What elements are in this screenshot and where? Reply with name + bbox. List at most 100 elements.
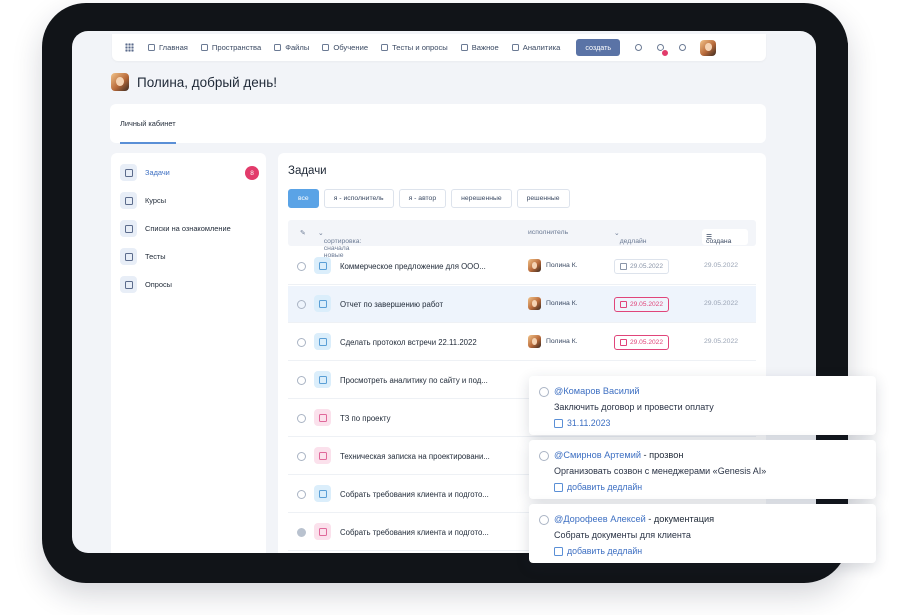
filter-resolved[interactable]: решенные [516,189,570,208]
sidebar-item-tasks[interactable]: Задачи 8 [120,164,260,181]
clipboard-icon [120,220,137,237]
task-created-date: 29.05.2022 [704,338,739,345]
task-checkbox[interactable] [297,376,306,385]
notification-badge [661,48,670,57]
cabinet-tabs: Личный кабинет [110,104,766,144]
search-button[interactable] [630,40,646,56]
nav-files[interactable]: Файлы [274,43,309,52]
book-icon [120,192,137,209]
task-checkbox[interactable] [297,262,306,271]
mention-card[interactable]: @Комаров Василий Заключить договор и пров… [529,376,876,435]
card-checkbox[interactable] [539,515,549,525]
executor-name: Полина К. [546,262,578,269]
task-checkbox[interactable] [297,452,306,461]
nav-spaces[interactable]: Пространства [200,43,262,52]
card-deadline[interactable]: добавить дедлайн [554,546,642,556]
task-executor[interactable]: Полина К. [528,259,578,272]
task-checkbox[interactable] [297,414,306,423]
mention-card[interactable]: @Дорофеев Алексей - документация Собрать … [529,504,876,563]
nav-learning[interactable]: Обучение [322,43,368,52]
page-title: Полина, добрый день! [137,74,278,90]
card-mention[interactable]: @Смирнов Артемий [554,450,641,460]
bookmark-icon [460,44,468,51]
tasks-heading: Задачи [288,165,327,177]
executor-avatar [528,335,541,348]
column-deadline-label: дедлайн [619,238,647,245]
task-created-date: 29.05.2022 [704,262,739,269]
sidebar-item-label: Задачи [145,168,170,177]
apps-grid-icon[interactable] [125,43,134,52]
mention-card[interactable]: @Смирнов Артемий - прозвон Организовать с… [529,440,876,499]
task-checkbox[interactable] [297,338,306,347]
search-icon [634,44,642,51]
task-executor[interactable]: Полина К. [528,297,578,310]
edit-icon[interactable]: ✎ [300,229,306,237]
filter-all[interactable]: все [288,189,319,208]
test-icon [120,248,137,265]
list-icon [381,44,389,51]
sidebar-item-surveys[interactable]: Опросы [120,276,260,293]
nav-label: Пространства [211,43,262,52]
executor-name: Полина К. [546,300,578,307]
nav-analytics[interactable]: Аналитика [511,43,561,52]
task-type-icon [314,447,331,464]
sidebar-item-label: Опросы [145,280,172,289]
nav-tests-surveys[interactable]: Тесты и опросы [381,43,448,52]
card-deadline[interactable]: 31.11.2023 [554,418,610,428]
sidebar-item-label: Курсы [145,196,167,205]
column-created-sort[interactable]: создана ☰ [702,229,748,245]
task-deadline[interactable]: 29.05.2022 [614,297,670,312]
filter-author[interactable]: я - автор [398,189,447,208]
task-type-icon [314,523,331,540]
card-checkbox[interactable] [539,387,549,397]
create-button[interactable]: создать [576,39,621,56]
sort-dropdown[interactable]: ⌄ сортировка: сначала новые [318,229,361,259]
spaces-icon [200,44,208,51]
executor-avatar [528,259,541,272]
greeting-avatar [111,73,129,91]
tasks-count-badge: 8 [245,166,259,180]
card-suffix: - документация [645,514,715,524]
nav-home[interactable]: Главная [148,43,188,52]
nav-important[interactable]: Важное [460,43,499,52]
card-suffix: - прозвон [640,450,684,460]
sidebar-item-reading-lists[interactable]: Списки на ознакомление [120,220,260,237]
column-deadline[interactable]: ⌄ дедлайн [614,229,647,245]
card-mention[interactable]: @Комаров Василий [554,386,639,396]
task-type-icon [314,485,331,502]
table-row[interactable]: Сделать протокол встречи 22.11.2022 Полин… [288,324,756,361]
nav-label: Тесты и опросы [392,43,448,52]
tab-personal-cabinet[interactable]: Личный кабинет [120,119,176,144]
card-header: @Комаров Василий [554,386,639,396]
card-text: Организовать созвон с менеджерами «Genes… [554,466,767,476]
task-checkbox[interactable] [297,490,306,499]
task-title: Отчет по завершению работ [340,300,444,309]
sidebar-item-tests[interactable]: Тесты [120,248,260,265]
task-executor[interactable]: Полина К. [528,335,578,348]
sidebar-item-courses[interactable]: Курсы [120,192,260,209]
card-deadline[interactable]: добавить дедлайн [554,482,642,492]
table-row[interactable]: Отчет по завершению работ Полина К. 29.05.… [288,286,756,323]
task-title: Собрать требования клиента и подгото... [340,528,489,537]
tablet-side-button [843,42,848,100]
task-deadline[interactable]: 29.05.2022 [614,259,670,274]
task-title: Техническая записка на проектировани... [340,452,490,461]
task-checkbox[interactable] [297,528,306,537]
nav-label: Аналитика [522,43,561,52]
task-checkbox[interactable] [297,300,306,309]
user-avatar[interactable] [700,39,717,56]
filter-executor[interactable]: я - исполнитель [323,189,394,208]
table-row[interactable]: Коммерческое предложение для ООО... Полин… [288,248,756,285]
card-checkbox[interactable] [539,451,549,461]
column-executor[interactable]: исполнитель [528,229,568,236]
settings-button[interactable] [674,40,690,56]
card-header: @Дорофеев Алексей - документация [554,514,714,524]
top-navigation: Главная Пространства Файлы Обучение Тест… [112,34,766,61]
task-type-icon [314,333,331,350]
filter-unresolved[interactable]: нерешенные [451,189,512,208]
notifications-button[interactable] [652,40,670,57]
nav-label: Обучение [333,43,369,52]
task-deadline[interactable]: 29.05.2022 [614,335,670,350]
task-type-icon [314,371,331,388]
card-mention[interactable]: @Дорофеев Алексей [554,514,646,524]
